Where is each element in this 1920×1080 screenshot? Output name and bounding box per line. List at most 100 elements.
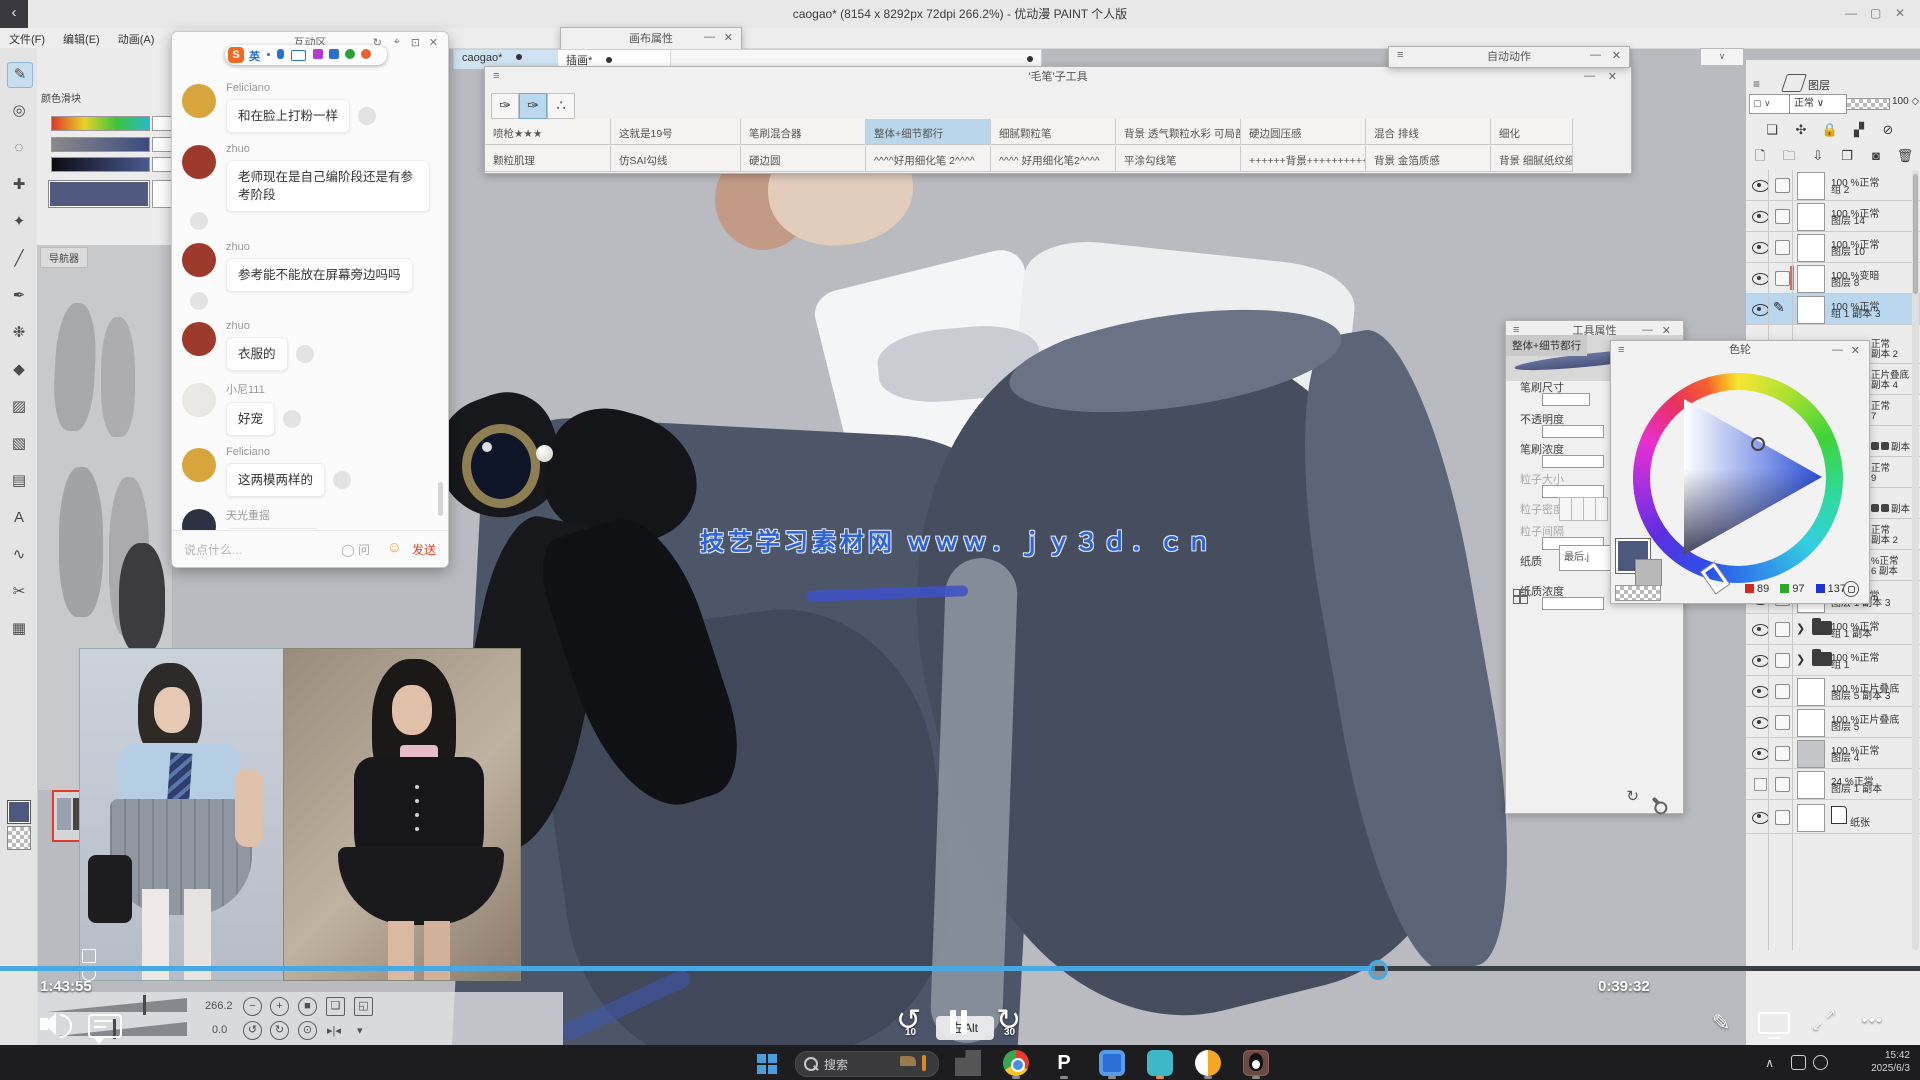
mic-icon[interactable]: [277, 49, 284, 59]
layer-thumbnail[interactable]: [1797, 265, 1825, 293]
reaction-icon[interactable]: [190, 212, 208, 230]
visibility-eye-icon[interactable]: [1752, 686, 1769, 698]
layers-scrollbar[interactable]: [1912, 170, 1919, 950]
new-layer-icon[interactable]: 🗋: [1750, 146, 1770, 166]
layer-row-纸张[interactable]: 纸张: [1746, 800, 1920, 834]
layer-checkbox[interactable]: [1775, 622, 1790, 637]
chat-message[interactable]: 小尼111好宠: [182, 381, 438, 436]
wrench-icon[interactable]: [1652, 797, 1665, 810]
chrome-icon[interactable]: [1003, 1050, 1029, 1076]
reset-view-icon[interactable]: ▾: [357, 1024, 363, 1037]
chat-message[interactable]: Feliciano这两模两样的: [182, 446, 438, 497]
reaction-icon[interactable]: [190, 292, 208, 310]
decoration-icon[interactable]: ❉: [7, 321, 31, 345]
layer-row-组 1 副本[interactable]: ❯100 %正常组 1 副本: [1746, 614, 1920, 645]
brush-喷枪★★★[interactable]: 喷枪★★★: [485, 119, 611, 145]
danmaku-icon[interactable]: [88, 1014, 122, 1038]
lock-icon[interactable]: 🔒: [1820, 120, 1840, 140]
menu-动画(A)[interactable]: 动画(A): [109, 28, 164, 47]
chat-message[interactable]: 天光重摇短款西装裙?: [182, 507, 438, 530]
pen-icon[interactable]: ✎: [7, 62, 33, 88]
visibility-eye-icon[interactable]: [1752, 211, 1769, 223]
send-button[interactable]: 发送: [412, 541, 436, 558]
ime-skin-icon[interactable]: [313, 49, 323, 59]
layer-checkbox[interactable]: [1775, 653, 1790, 668]
reset-rotation-icon[interactable]: ⊙: [298, 1021, 317, 1040]
blend-icon[interactable]: ▨: [7, 395, 31, 419]
segment-box[interactable]: [1595, 497, 1608, 521]
visibility-eye-icon[interactable]: [1752, 273, 1769, 285]
param-input-纸质浓度[interactable]: [1542, 597, 1604, 610]
chat-message[interactable]: Feliciano和在脸上打粉一样: [182, 82, 438, 133]
delete-layer-icon[interactable]: 🗑: [1895, 146, 1915, 166]
ask-toggle[interactable]: ◯ 问: [341, 541, 370, 558]
close-icon[interactable]: ✕: [1612, 49, 1621, 62]
visibility-eye-icon[interactable]: [1752, 304, 1769, 316]
brush-++++++背景++++++++++++++++++[interactable]: ++++++背景++++++++++++++++++: [1241, 146, 1366, 172]
chat-message-list[interactable]: Feliciano和在脸上打粉一样zhuo老师现在是自己编阶段还是有参考阶段zh…: [172, 72, 448, 530]
nib-icon[interactable]: ✒: [7, 284, 31, 308]
dropdown-icon[interactable]: ∨: [1700, 48, 1744, 66]
chat-scrollbar[interactable]: [438, 482, 443, 516]
layer-checkbox[interactable]: [1775, 209, 1790, 224]
mask-icon[interactable]: ✣: [1791, 120, 1811, 140]
visibility-eye-icon[interactable]: [1752, 242, 1769, 254]
fit-screen-icon[interactable]: ■: [298, 997, 317, 1016]
photos-icon[interactable]: [1099, 1050, 1125, 1076]
sogou-logo-icon[interactable]: S: [228, 47, 244, 63]
duplicate-icon[interactable]: ❏: [1762, 120, 1782, 140]
layer-row-图层 1 副本[interactable]: 24 %正常图层 1 副本: [1746, 769, 1920, 800]
layer-row-组 1[interactable]: ❯100 %正常组 1: [1746, 645, 1920, 676]
gradient-icon[interactable]: ▤: [7, 469, 31, 493]
zoom-icon[interactable]: ◎: [7, 99, 31, 123]
param-input-不透明度[interactable]: [1542, 425, 1604, 438]
history-icon[interactable]: ↻: [1626, 787, 1639, 805]
brush-背景 细腻纸纹细化笔[interactable]: 背景 细腻纸纹细化笔: [1491, 146, 1573, 172]
chat-message[interactable]: zhuo衣服的: [182, 320, 438, 371]
eraser-icon[interactable]: ◆: [7, 358, 31, 382]
forward-30-button[interactable]: ↻30: [996, 1006, 1021, 1036]
current-color-swatch[interactable]: [48, 180, 150, 208]
saturation-slider[interactable]: [51, 137, 150, 152]
zoom-in-icon[interactable]: +: [270, 997, 289, 1016]
paint-app-icon[interactable]: [1147, 1050, 1173, 1076]
video-progress-bar[interactable]: [0, 966, 1920, 971]
color-set-icon[interactable]: [1843, 581, 1859, 597]
ime-mode-icon[interactable]: [345, 49, 355, 59]
brush-group-icon[interactable]: ✑: [491, 93, 519, 119]
tab-color-sliders[interactable]: 颜色滑块: [41, 90, 81, 105]
tab-layers[interactable]: 图层: [1808, 77, 1830, 93]
cloud-icon[interactable]: [1195, 1050, 1221, 1076]
chat-input[interactable]: 说点什么...: [184, 541, 242, 558]
visibility-eye-icon[interactable]: [1752, 812, 1769, 824]
brush-group-icon-selected[interactable]: ✑: [519, 93, 547, 119]
brush-混合 排线[interactable]: 混合 排线: [1366, 119, 1491, 145]
paper-texture-value[interactable]: 最后.j: [1559, 545, 1617, 571]
lasso-icon[interactable]: ◌: [7, 136, 31, 160]
hue-value-box[interactable]: [152, 116, 172, 131]
layer-row-图层 14[interactable]: 100 %正常图层 14: [1746, 201, 1920, 232]
qq-icon[interactable]: [1243, 1050, 1269, 1076]
transparent-color-swatch[interactable]: [1615, 585, 1661, 601]
text-icon[interactable]: A: [7, 506, 31, 530]
cut-icon[interactable]: ✂: [7, 580, 31, 604]
brush-平涂勾线笔[interactable]: 平涂勾线笔: [1116, 146, 1241, 172]
minimize-icon[interactable]: —: [704, 31, 715, 43]
hue-slider[interactable]: [51, 116, 150, 131]
layer-row-图层 8[interactable]: 100 %变暗图层 8: [1746, 263, 1920, 294]
brush-^^^^好用细化笔 2^^^^[interactable]: ^^^^好用细化笔 2^^^^: [866, 146, 991, 172]
explorer-icon[interactable]: [955, 1050, 981, 1076]
layer-thumbnail[interactable]: [1797, 740, 1825, 768]
layer-checkbox[interactable]: [1775, 240, 1790, 255]
zoom-wedge-slider[interactable]: [47, 998, 187, 1012]
pin-icon[interactable]: ⌖: [394, 36, 400, 49]
emoji-icon[interactable]: ☺: [387, 539, 402, 556]
layer-checkbox[interactable]: [1775, 178, 1790, 193]
reference-photo-blazer-black[interactable]: [284, 649, 520, 980]
layer-checkbox[interactable]: [1775, 746, 1790, 761]
brush-细腻颗粒笔[interactable]: 细腻颗粒笔: [991, 119, 1116, 145]
restore-icon[interactable]: ⊡: [411, 36, 420, 49]
layer-checkbox[interactable]: [1775, 715, 1790, 730]
more-icon[interactable]: •••: [1862, 1012, 1884, 1029]
rewind-10-button[interactable]: ↺10: [896, 1006, 921, 1036]
